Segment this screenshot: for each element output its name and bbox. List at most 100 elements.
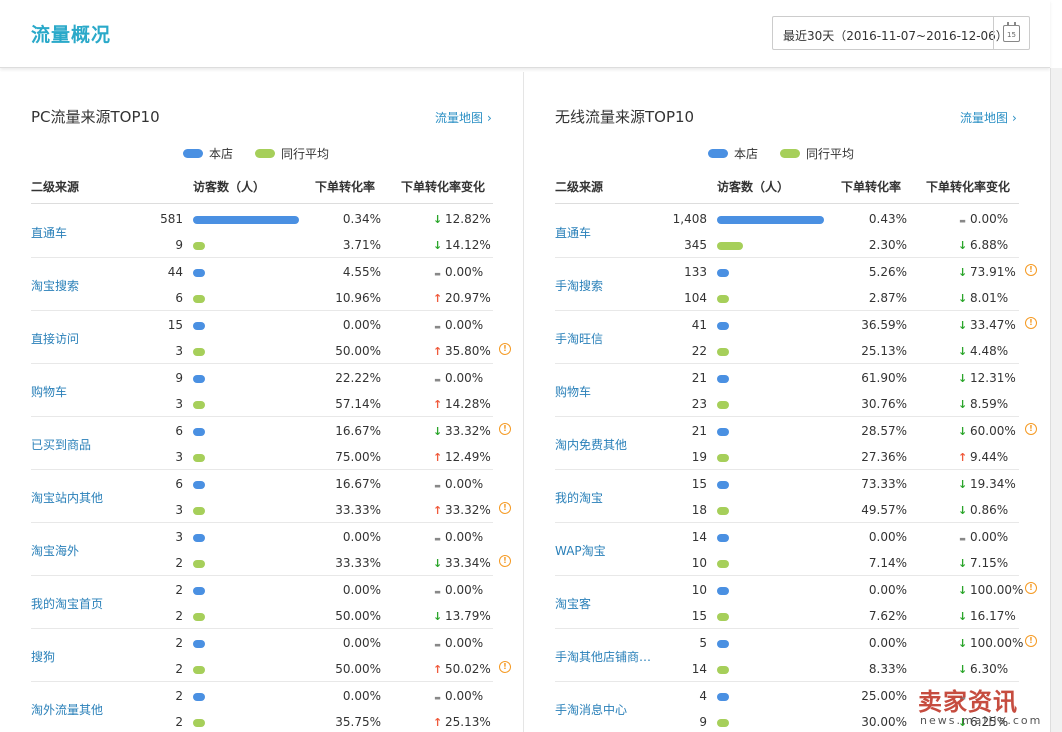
conversion-rate: 33.33% — [335, 556, 381, 570]
dash-icon: ▬ — [434, 535, 441, 543]
visitor-count: 345 — [684, 238, 707, 252]
store-row: 2 0.00% ▬ 0.00% — [31, 580, 493, 600]
dash-icon: ▬ — [434, 694, 441, 702]
rate-change-value: 100.00% — [970, 583, 1024, 597]
peer-row: 22 25.13% ↓ 4.48% — [555, 341, 1019, 361]
visitor-count: 3 — [175, 503, 183, 517]
store-visitor-bar — [717, 640, 729, 648]
conversion-rate: 30.76% — [861, 397, 907, 411]
visitor-count: 15 — [167, 318, 183, 332]
peer-visitor-bar — [193, 454, 205, 462]
rate-change-value: 60.00% — [970, 424, 1016, 438]
table-header: 二级来源 访客数（人） 下单转化率 下单转化率变化 — [31, 178, 493, 204]
peer-row: 14 8.33% ↓ 6.30% — [555, 659, 1019, 679]
conversion-rate: 28.57% — [861, 424, 907, 438]
rate-change-value: 0.00% — [445, 636, 484, 650]
visitor-count: 2 — [175, 662, 183, 676]
visitor-count: 9 — [699, 715, 707, 729]
arrow-up-icon: ↑ — [433, 716, 443, 729]
legend-store[interactable]: 本店 — [708, 145, 758, 162]
rate-change-value: 33.47% — [970, 318, 1016, 332]
arrow-up-icon: ↑ — [433, 504, 443, 517]
legend-peer[interactable]: 同行平均 — [780, 145, 854, 162]
conversion-rate: 75.00% — [335, 450, 381, 464]
table-row: 淘宝站内其他 6 16.67% ▬ 0.00% 3 33.33% ↑ 33.32%! — [31, 470, 511, 523]
legend-store-label: 本店 — [209, 147, 234, 161]
legend-peer[interactable]: 同行平均 — [255, 145, 329, 162]
rate-change: ▬ 0.00% — [958, 212, 1008, 226]
traffic-map-label: 流量地图 — [960, 111, 1009, 125]
visitor-count: 5 — [699, 636, 707, 650]
warning-icon[interactable]: ! — [499, 343, 511, 355]
conversion-rate: 35.75% — [335, 715, 381, 729]
arrow-down-icon: ↓ — [958, 372, 968, 385]
divider — [993, 17, 994, 49]
peer-row: 3 50.00% ↑ 35.80%! — [31, 341, 511, 361]
watermark-url: news.maijia.com — [920, 714, 1043, 727]
table-row: 购物车 21 61.90% ↓ 12.31% 23 30.76% ↓ 8.59% — [555, 364, 1019, 417]
rate-change-value: 8.01% — [970, 291, 1009, 305]
col-source: 二级来源 — [555, 180, 604, 194]
scrollbar[interactable] — [1050, 68, 1062, 732]
warning-icon[interactable]: ! — [499, 502, 511, 514]
rate-change: ▬ 0.00% — [433, 371, 483, 385]
warning-icon[interactable]: ! — [499, 423, 511, 435]
store-row: 5 0.00% ↓ 100.00%! — [555, 633, 1037, 653]
col-visitors: 访客数（人） — [193, 180, 266, 194]
warning-icon[interactable]: ! — [1025, 317, 1037, 329]
store-visitor-bar — [717, 375, 729, 383]
peer-row: 19 27.36% ↑ 9.44% — [555, 447, 1019, 467]
warning-icon[interactable]: ! — [1025, 635, 1037, 647]
warning-icon[interactable]: ! — [499, 555, 511, 567]
rate-change: ▬ 0.00% — [958, 530, 1008, 544]
legend-store[interactable]: 本店 — [183, 145, 233, 162]
visitor-count: 19 — [691, 450, 707, 464]
peer-visitor-bar — [193, 507, 205, 515]
peer-row: 2 35.75% ↑ 25.13% — [31, 712, 493, 732]
date-range-picker[interactable]: 最近30天（2016-11-07~2016-12-06） 15 — [772, 16, 1030, 50]
warning-icon[interactable]: ! — [499, 661, 511, 673]
rate-change-value: 100.00% — [970, 636, 1024, 650]
traffic-map-link[interactable]: 流量地图 › — [435, 109, 492, 126]
calendar-icon[interactable]: 15 — [1003, 22, 1020, 42]
rate-change: ↓ 12.31% — [958, 371, 1016, 385]
arrow-up-icon: ↑ — [433, 345, 443, 358]
table-row: 手淘其他店铺商… 5 0.00% ↓ 100.00%! 14 8.33% ↓ 6.30% — [555, 629, 1037, 682]
arrow-down-icon: ↓ — [433, 557, 443, 570]
warning-icon[interactable]: ! — [1025, 264, 1037, 276]
visitor-count: 2 — [175, 689, 183, 703]
arrow-down-icon: ↓ — [958, 292, 968, 305]
warning-icon[interactable]: ! — [1025, 582, 1037, 594]
arrow-down-icon: ↓ — [958, 584, 968, 597]
traffic-map-label: 流量地图 — [435, 111, 484, 125]
warning-icon[interactable]: ! — [1025, 423, 1037, 435]
peer-visitor-bar — [193, 242, 205, 250]
rate-change-value: 14.12% — [445, 238, 491, 252]
visitor-count: 44 — [167, 265, 183, 279]
rate-change-value: 0.00% — [445, 265, 484, 279]
dash-icon: ▬ — [959, 535, 966, 543]
visitor-count: 581 — [160, 212, 183, 226]
traffic-map-link[interactable]: 流量地图 › — [960, 109, 1017, 126]
rate-change-value: 14.28% — [445, 397, 491, 411]
arrow-down-icon: ↓ — [958, 239, 968, 252]
conversion-rate: 49.57% — [861, 503, 907, 517]
rate-change: ▬ 0.00% — [433, 318, 483, 332]
peer-visitor-bar — [717, 348, 729, 356]
rate-change-value: 73.91% — [970, 265, 1016, 279]
dash-icon: ▬ — [434, 323, 441, 331]
visitor-count: 3 — [175, 344, 183, 358]
visitor-count: 6 — [175, 291, 183, 305]
store-visitor-bar — [193, 640, 205, 648]
store-visitor-bar — [717, 693, 729, 701]
rate-change: ↓ 60.00% — [958, 424, 1016, 438]
store-row: 21 28.57% ↓ 60.00%! — [555, 421, 1037, 441]
conversion-rate: 4.55% — [342, 265, 381, 279]
arrow-up-icon: ↑ — [433, 451, 443, 464]
peer-row: 3 57.14% ↑ 14.28% — [31, 394, 493, 414]
rate-change: ↓ 16.17% — [958, 609, 1016, 623]
rate-change: ↓ 13.79% — [433, 609, 491, 623]
rate-change-value: 0.86% — [970, 503, 1009, 517]
arrow-up-icon: ↑ — [433, 398, 443, 411]
conversion-rate: 0.00% — [342, 583, 381, 597]
